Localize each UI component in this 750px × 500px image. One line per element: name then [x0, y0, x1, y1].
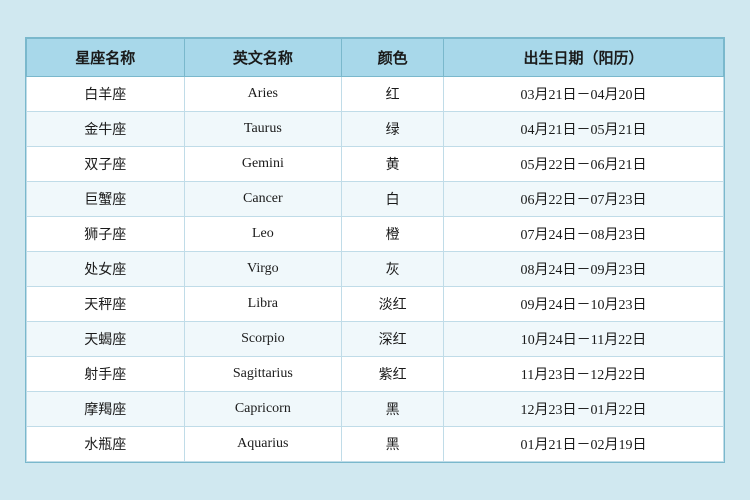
table-header-row: 星座名称 英文名称 颜色 出生日期（阳历） — [27, 39, 724, 77]
cell-dates: 05月22日－06月21日 — [444, 147, 724, 182]
cell-english-name: Taurus — [184, 112, 342, 147]
cell-chinese-name: 处女座 — [27, 252, 185, 287]
header-dates: 出生日期（阳历） — [444, 39, 724, 77]
table-row: 双子座Gemini黄05月22日－06月21日 — [27, 147, 724, 182]
cell-color: 绿 — [342, 112, 444, 147]
cell-english-name: Libra — [184, 287, 342, 322]
table-row: 射手座Sagittarius紫红11月23日－12月22日 — [27, 357, 724, 392]
cell-dates: 07月24日－08月23日 — [444, 217, 724, 252]
cell-color: 紫红 — [342, 357, 444, 392]
cell-dates: 01月21日－02月19日 — [444, 427, 724, 462]
table-row: 摩羯座Capricorn黑12月23日－01月22日 — [27, 392, 724, 427]
header-english-name: 英文名称 — [184, 39, 342, 77]
cell-chinese-name: 摩羯座 — [27, 392, 185, 427]
cell-color: 深红 — [342, 322, 444, 357]
cell-chinese-name: 天蝎座 — [27, 322, 185, 357]
cell-english-name: Leo — [184, 217, 342, 252]
table-row: 金牛座Taurus绿04月21日－05月21日 — [27, 112, 724, 147]
cell-dates: 03月21日－04月20日 — [444, 77, 724, 112]
cell-chinese-name: 天秤座 — [27, 287, 185, 322]
cell-dates: 08月24日－09月23日 — [444, 252, 724, 287]
cell-english-name: Sagittarius — [184, 357, 342, 392]
cell-chinese-name: 狮子座 — [27, 217, 185, 252]
cell-dates: 04月21日－05月21日 — [444, 112, 724, 147]
cell-dates: 10月24日－11月22日 — [444, 322, 724, 357]
cell-english-name: Aquarius — [184, 427, 342, 462]
cell-english-name: Gemini — [184, 147, 342, 182]
cell-dates: 06月22日－07月23日 — [444, 182, 724, 217]
cell-english-name: Cancer — [184, 182, 342, 217]
cell-color: 淡红 — [342, 287, 444, 322]
cell-english-name: Capricorn — [184, 392, 342, 427]
cell-chinese-name: 双子座 — [27, 147, 185, 182]
cell-dates: 11月23日－12月22日 — [444, 357, 724, 392]
cell-chinese-name: 白羊座 — [27, 77, 185, 112]
table-row: 狮子座Leo橙07月24日－08月23日 — [27, 217, 724, 252]
table-row: 白羊座Aries红03月21日－04月20日 — [27, 77, 724, 112]
header-chinese-name: 星座名称 — [27, 39, 185, 77]
cell-dates: 12月23日－01月22日 — [444, 392, 724, 427]
cell-chinese-name: 巨蟹座 — [27, 182, 185, 217]
cell-english-name: Aries — [184, 77, 342, 112]
zodiac-table-container: 星座名称 英文名称 颜色 出生日期（阳历） 白羊座Aries红03月21日－04… — [25, 37, 725, 463]
cell-color: 灰 — [342, 252, 444, 287]
cell-color: 橙 — [342, 217, 444, 252]
table-row: 巨蟹座Cancer白06月22日－07月23日 — [27, 182, 724, 217]
table-row: 水瓶座Aquarius黑01月21日－02月19日 — [27, 427, 724, 462]
cell-english-name: Scorpio — [184, 322, 342, 357]
cell-chinese-name: 水瓶座 — [27, 427, 185, 462]
zodiac-table: 星座名称 英文名称 颜色 出生日期（阳历） 白羊座Aries红03月21日－04… — [26, 38, 724, 462]
cell-color: 红 — [342, 77, 444, 112]
header-color: 颜色 — [342, 39, 444, 77]
cell-chinese-name: 射手座 — [27, 357, 185, 392]
cell-color: 黄 — [342, 147, 444, 182]
cell-color: 白 — [342, 182, 444, 217]
cell-color: 黑 — [342, 392, 444, 427]
table-row: 处女座Virgo灰08月24日－09月23日 — [27, 252, 724, 287]
cell-chinese-name: 金牛座 — [27, 112, 185, 147]
cell-color: 黑 — [342, 427, 444, 462]
table-row: 天秤座Libra淡红09月24日－10月23日 — [27, 287, 724, 322]
cell-english-name: Virgo — [184, 252, 342, 287]
cell-dates: 09月24日－10月23日 — [444, 287, 724, 322]
table-row: 天蝎座Scorpio深红10月24日－11月22日 — [27, 322, 724, 357]
table-body: 白羊座Aries红03月21日－04月20日金牛座Taurus绿04月21日－0… — [27, 77, 724, 462]
